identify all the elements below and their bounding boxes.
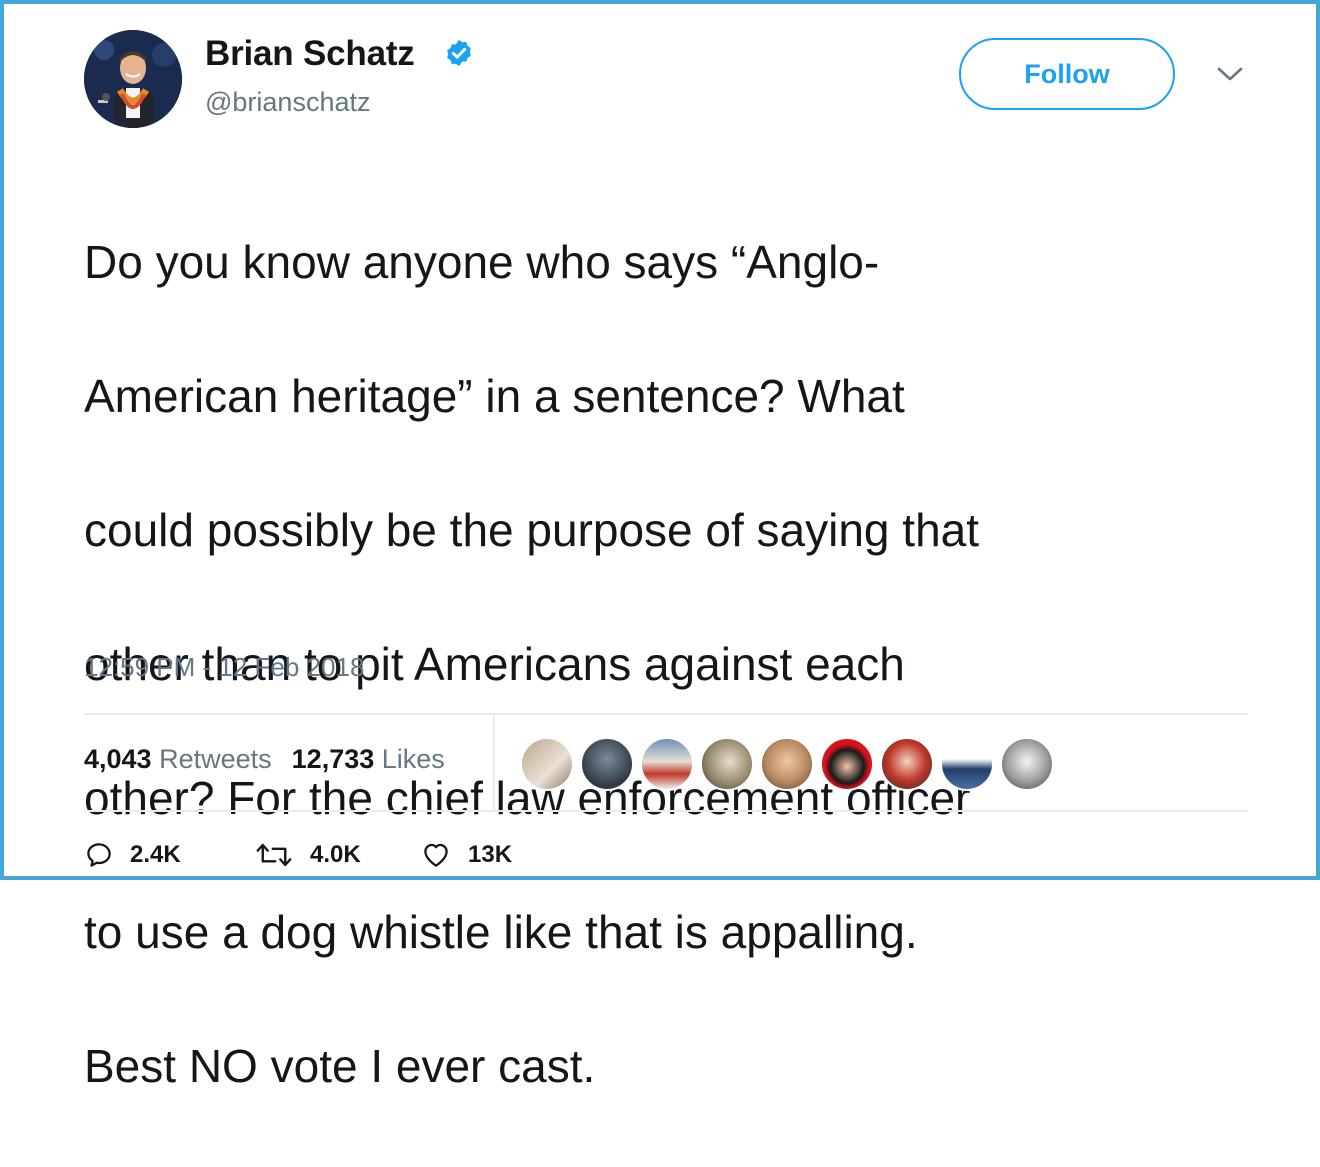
divider (84, 713, 1248, 715)
retweet-icon (256, 843, 292, 867)
follow-button[interactable]: Follow (959, 38, 1175, 110)
avatar[interactable] (84, 30, 182, 128)
retweets-label: Retweets (159, 744, 272, 774)
retweet-count: 4.0K (310, 841, 361, 868)
divider (84, 810, 1248, 812)
author-handle[interactable]: @brianschatz (205, 87, 370, 118)
liker-avatar[interactable] (640, 737, 694, 791)
heart-icon (424, 843, 448, 867)
retweets-count: 4,043 (84, 744, 152, 774)
tweet-text-line: Best NO vote I ever cast. (84, 1040, 596, 1092)
reply-count: 2.4K (130, 841, 181, 868)
tweet-text-line: Do you know anyone who says “Anglo- (84, 236, 880, 288)
like-count: 13K (468, 841, 513, 868)
author-name[interactable]: Brian Schatz (205, 34, 415, 74)
likes-label: Likes (381, 744, 445, 774)
likes-count: 12,733 (291, 744, 375, 774)
likes-stat[interactable]: 12,733 Likes (292, 744, 445, 774)
liker-avatar[interactable] (520, 737, 574, 791)
verified-badge-icon (447, 39, 471, 67)
reply-icon (87, 843, 111, 867)
tweet-text-line: American heritage” in a sentence? What (84, 370, 905, 422)
liker-avatar[interactable] (580, 737, 634, 791)
liker-avatar[interactable] (940, 737, 994, 791)
retweets-stat[interactable]: 4,043 Retweets (84, 744, 272, 774)
tweet-timestamp[interactable]: 12:59 PM - 12 Feb 2018 (84, 652, 364, 683)
liker-avatar[interactable] (820, 737, 874, 791)
retweet-button[interactable]: 4.0K (254, 840, 361, 870)
reply-button[interactable]: 2.4K (84, 840, 181, 870)
liker-avatar[interactable] (1000, 737, 1054, 791)
tweet-card: Brian Schatz @brianschatz Follow Do you … (0, 0, 1320, 1092)
divider (493, 715, 495, 810)
tweet-text-line: could possibly be the purpose of saying … (84, 504, 980, 556)
liker-avatar[interactable] (880, 737, 934, 791)
tweet-stats: 4,043 Retweets 12,733 Likes (84, 744, 445, 775)
liker-avatar[interactable] (760, 737, 814, 791)
avatar-photo (84, 30, 182, 128)
tweet-text-line: to use a dog whistle like that is appall… (84, 906, 918, 958)
like-button[interactable]: 13K (420, 840, 512, 870)
chevron-down-icon[interactable] (1216, 64, 1244, 84)
liker-avatar[interactable] (700, 737, 754, 791)
